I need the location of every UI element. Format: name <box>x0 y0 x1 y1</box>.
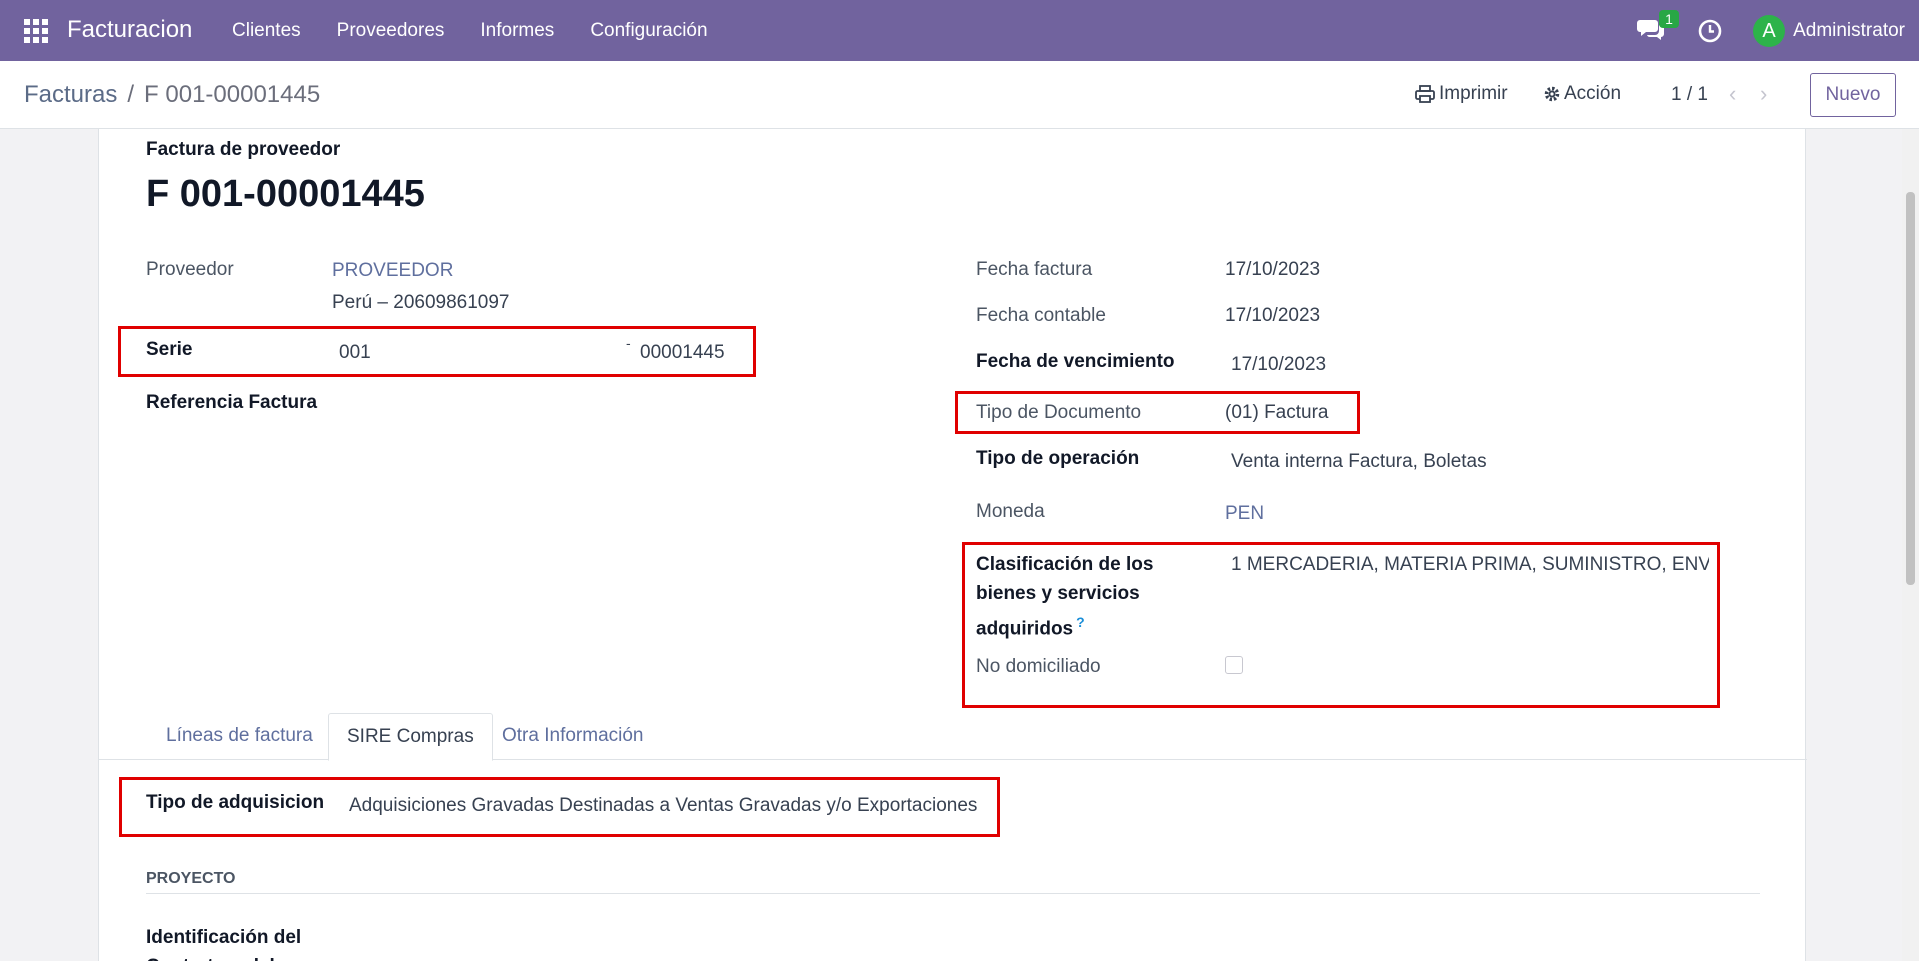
clasificacion-label-line1: Clasificación de los <box>976 554 1154 575</box>
clasificacion-label-line2: bienes y servicios <box>976 583 1140 604</box>
main-menu: Clientes Proveedores Informes Configurac… <box>214 0 726 61</box>
document-subtitle: Factura de proveedor <box>146 139 341 160</box>
app-name[interactable]: Facturacion <box>67 16 192 44</box>
print-button[interactable]: Imprimir <box>1415 83 1508 105</box>
tipo-adquisicion-label: Tipo de adquisicion <box>146 792 325 813</box>
pager-previous-icon[interactable]: ‹ <box>1729 81 1736 107</box>
fecha-vencimiento-label: Fecha de vencimiento <box>976 351 1175 372</box>
chat-badge: 1 <box>1659 9 1679 28</box>
notebook-tabs: Líneas de factura SIRE Compras Otra Info… <box>99 713 1807 761</box>
action-button[interactable]: Acción <box>1543 83 1621 105</box>
tipo-documento-label: Tipo de Documento <box>976 402 1142 423</box>
fecha-contable-label: Fecha contable <box>976 305 1106 326</box>
section-proyecto-title: PROYECTO <box>146 870 236 887</box>
tab-otra-informacion[interactable]: Otra Información <box>484 713 662 761</box>
new-button[interactable]: Nuevo <box>1810 73 1896 117</box>
pager-next-icon[interactable]: › <box>1760 81 1767 107</box>
breadcrumb-facturas[interactable]: Facturas <box>24 81 117 108</box>
no-domiciliado-checkbox[interactable] <box>1225 656 1243 674</box>
fecha-vencimiento-field[interactable]: 17/10/2023 <box>1231 354 1326 376</box>
fecha-contable-field[interactable]: 17/10/2023 <box>1225 305 1320 327</box>
proveedor-field[interactable]: PROVEEDOR <box>332 260 453 282</box>
help-icon[interactable]: ? <box>1076 614 1085 630</box>
document-title: F 001-00001445 <box>146 173 425 215</box>
pager-value[interactable]: 1 / 1 <box>1671 84 1708 106</box>
clasificacion-label-line3: adquiridos <box>976 618 1074 640</box>
clasificacion-field[interactable]: 1 MERCADERIA, MATERIA PRIMA, SUMINISTRO,… <box>1231 554 1709 576</box>
numero-input[interactable]: 00001445 <box>640 342 725 364</box>
chat-icon[interactable]: 1 <box>1637 9 1679 46</box>
referencia-label: Referencia Factura <box>146 392 318 413</box>
top-navbar: Facturacion Clientes Proveedores Informe… <box>0 0 1919 61</box>
moneda-label: Moneda <box>976 501 1045 522</box>
identificacion-label: Identificación del Contrato o del <box>146 923 301 961</box>
identificacion-label-line1: Identificación del <box>146 927 302 948</box>
breadcrumb: Facturas / F 001-00001445 <box>24 81 321 108</box>
tipo-adquisicion-field[interactable]: Adquisiciones Gravadas Destinadas a Vent… <box>349 795 977 817</box>
tab-lineas-factura[interactable]: Líneas de factura <box>148 713 331 761</box>
gear-icon <box>1544 86 1560 102</box>
serie-separator: - <box>626 335 631 351</box>
action-label: Acción <box>1564 83 1622 104</box>
tipo-documento-field[interactable]: (01) Factura <box>1225 402 1328 424</box>
activity-clock-icon[interactable] <box>1697 18 1723 44</box>
serie-input[interactable]: 001 <box>339 342 371 364</box>
proveedor-detail: Perú – 20609861097 <box>332 292 510 313</box>
clasificacion-label: Clasificación de los bienes y servicios … <box>976 550 1153 643</box>
tipo-operacion-label: Tipo de operación <box>976 448 1140 469</box>
scrollbar-thumb[interactable] <box>1906 192 1915 585</box>
form-sheet: Factura de proveedor F 001-00001445 Prov… <box>98 129 1807 961</box>
menu-item-clientes[interactable]: Clientes <box>214 0 319 61</box>
user-menu[interactable]: Administrator <box>1793 20 1905 42</box>
print-label: Imprimir <box>1439 83 1508 104</box>
fecha-factura-field[interactable]: 17/10/2023 <box>1225 259 1320 281</box>
proveedor-label: Proveedor <box>146 259 234 280</box>
tipo-operacion-field[interactable]: Venta interna Factura, Boletas <box>1231 451 1487 473</box>
fecha-factura-label: Fecha factura <box>976 259 1093 280</box>
identificacion-label-line2: Contrato o del <box>146 952 301 961</box>
navbar-systray: 1 A Administrator <box>1637 0 1905 61</box>
tab-sire-compras[interactable]: SIRE Compras <box>328 713 493 761</box>
form-view: Factura de proveedor F 001-00001445 Prov… <box>0 129 1919 961</box>
section-divider <box>146 893 1760 894</box>
scrollbar[interactable] <box>1902 129 1919 961</box>
menu-item-proveedores[interactable]: Proveedores <box>319 0 463 61</box>
control-panel: Facturas / F 001-00001445 Imprimir Acción … <box>0 61 1919 129</box>
apps-menu-icon[interactable] <box>24 19 48 43</box>
serie-label: Serie <box>146 339 193 360</box>
breadcrumb-current: F 001-00001445 <box>144 81 321 108</box>
moneda-field[interactable]: PEN <box>1225 503 1264 525</box>
menu-item-informes[interactable]: Informes <box>462 0 572 61</box>
no-domiciliado-label: No domiciliado <box>976 656 1101 677</box>
menu-item-configuracion[interactable]: Configuración <box>572 0 725 61</box>
print-icon <box>1415 85 1435 103</box>
avatar[interactable]: A <box>1753 14 1786 47</box>
